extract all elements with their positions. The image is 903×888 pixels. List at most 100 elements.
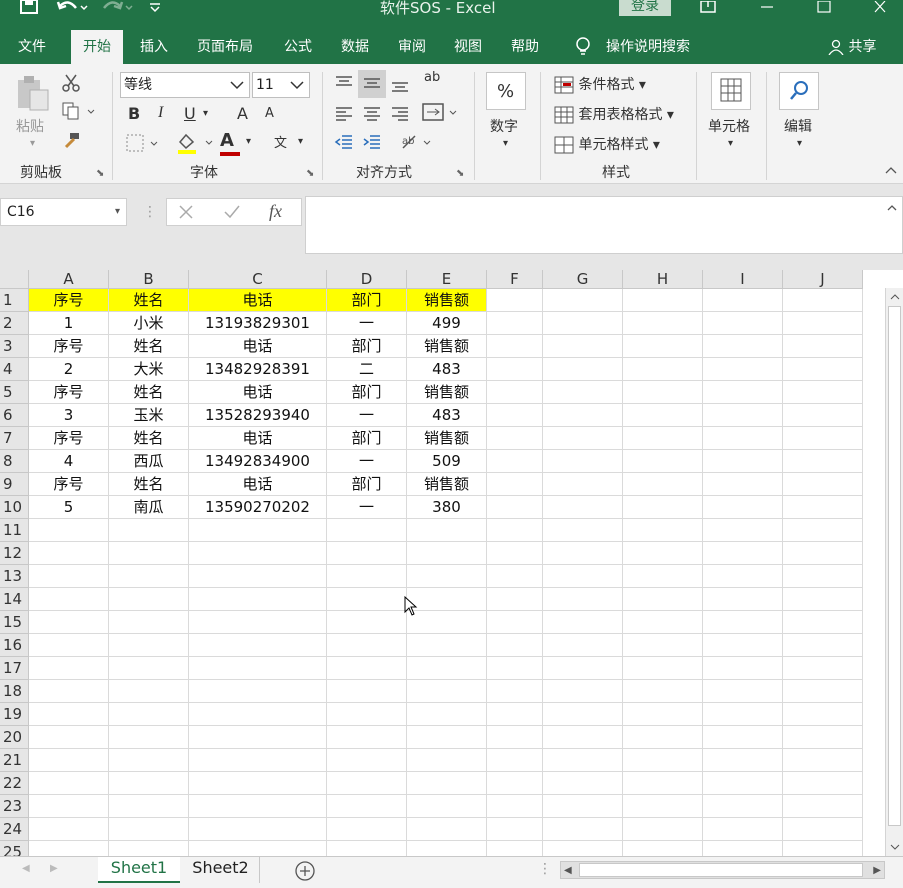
- copy-icon[interactable]: [62, 102, 96, 124]
- cell-j22[interactable]: [783, 772, 863, 795]
- ribbon-display-icon[interactable]: [700, 0, 716, 17]
- cell-e15[interactable]: [407, 611, 487, 634]
- row-header[interactable]: 6: [0, 404, 29, 427]
- cell-styles-button[interactable]: 单元格样式 ▾: [554, 134, 660, 154]
- cell-a10[interactable]: 5: [29, 496, 109, 519]
- align-left-icon[interactable]: [334, 104, 354, 128]
- cell-d7[interactable]: 部门: [327, 427, 407, 450]
- cell-f15[interactable]: [487, 611, 543, 634]
- cell-i7[interactable]: [703, 427, 783, 450]
- cell-i16[interactable]: [703, 634, 783, 657]
- cell-b18[interactable]: [109, 680, 189, 703]
- tell-me-search[interactable]: 操作说明搜索: [606, 30, 690, 64]
- cell-g9[interactable]: [543, 473, 623, 496]
- redo-icon[interactable]: [100, 0, 136, 18]
- tab-page-layout[interactable]: 页面布局: [197, 30, 253, 64]
- row-header[interactable]: 2: [0, 312, 29, 335]
- cell-g13[interactable]: [543, 565, 623, 588]
- cell-h3[interactable]: [623, 335, 703, 358]
- cell-g14[interactable]: [543, 588, 623, 611]
- cell-f25[interactable]: [487, 841, 543, 856]
- cell-j2[interactable]: [783, 312, 863, 335]
- cell-i17[interactable]: [703, 657, 783, 680]
- increase-indent-icon[interactable]: [362, 132, 382, 156]
- cell-c18[interactable]: [189, 680, 327, 703]
- cell-i25[interactable]: [703, 841, 783, 856]
- cell-h1[interactable]: [623, 289, 703, 312]
- phonetic-button[interactable]: 文: [274, 132, 287, 151]
- cell-d5[interactable]: 部门: [327, 381, 407, 404]
- cell-i21[interactable]: [703, 749, 783, 772]
- cell-b24[interactable]: [109, 818, 189, 841]
- cell-d21[interactable]: [327, 749, 407, 772]
- cell-a21[interactable]: [29, 749, 109, 772]
- cell-e14[interactable]: [407, 588, 487, 611]
- align-middle-icon[interactable]: [358, 70, 386, 98]
- close-icon[interactable]: [873, 0, 887, 17]
- cell-g17[interactable]: [543, 657, 623, 680]
- cell-b14[interactable]: [109, 588, 189, 611]
- cell-a9[interactable]: 序号: [29, 473, 109, 496]
- select-all-corner[interactable]: [0, 270, 29, 289]
- cell-g2[interactable]: [543, 312, 623, 335]
- cell-e25[interactable]: [407, 841, 487, 856]
- cell-c12[interactable]: [189, 542, 327, 565]
- cell-g19[interactable]: [543, 703, 623, 726]
- cell-j8[interactable]: [783, 450, 863, 473]
- cell-g23[interactable]: [543, 795, 623, 818]
- cell-i10[interactable]: [703, 496, 783, 519]
- cell-g12[interactable]: [543, 542, 623, 565]
- cell-h4[interactable]: [623, 358, 703, 381]
- row-header[interactable]: 7: [0, 427, 29, 450]
- cell-j13[interactable]: [783, 565, 863, 588]
- cell-j4[interactable]: [783, 358, 863, 381]
- underline-dropdown-icon[interactable]: ▾: [203, 108, 208, 119]
- cell-e18[interactable]: [407, 680, 487, 703]
- cell-d4[interactable]: 二: [327, 358, 407, 381]
- row-header[interactable]: 18: [0, 680, 29, 703]
- name-box[interactable]: C16 ▾: [0, 198, 127, 226]
- cell-a12[interactable]: [29, 542, 109, 565]
- cell-g15[interactable]: [543, 611, 623, 634]
- cell-j19[interactable]: [783, 703, 863, 726]
- cell-b6[interactable]: 玉米: [109, 404, 189, 427]
- column-header-e[interactable]: E: [407, 270, 487, 289]
- column-header-i[interactable]: I: [703, 270, 783, 289]
- cell-b25[interactable]: [109, 841, 189, 856]
- cell-e23[interactable]: [407, 795, 487, 818]
- scroll-up-icon[interactable]: [889, 290, 901, 306]
- cell-a13[interactable]: [29, 565, 109, 588]
- font-name-select[interactable]: 等线: [120, 72, 250, 98]
- cell-e3[interactable]: 销售额: [407, 335, 487, 358]
- cell-g4[interactable]: [543, 358, 623, 381]
- cell-i2[interactable]: [703, 312, 783, 335]
- cell-h17[interactable]: [623, 657, 703, 680]
- row-header[interactable]: 10: [0, 496, 29, 519]
- number-format-button[interactable]: %: [486, 72, 526, 110]
- cell-g20[interactable]: [543, 726, 623, 749]
- cell-f21[interactable]: [487, 749, 543, 772]
- cell-d1[interactable]: 部门: [327, 289, 407, 312]
- cell-f20[interactable]: [487, 726, 543, 749]
- row-header[interactable]: 16: [0, 634, 29, 657]
- row-header[interactable]: 3: [0, 335, 29, 358]
- cell-d23[interactable]: [327, 795, 407, 818]
- horizontal-scroll-thumb[interactable]: [579, 863, 863, 877]
- font-launcher-icon[interactable]: ⬊: [306, 168, 314, 179]
- align-center-icon[interactable]: [362, 104, 382, 128]
- cell-c16[interactable]: [189, 634, 327, 657]
- fill-color-icon[interactable]: [176, 132, 216, 158]
- cell-g1[interactable]: [543, 289, 623, 312]
- tab-home[interactable]: 开始: [71, 30, 123, 64]
- cell-i12[interactable]: [703, 542, 783, 565]
- format-painter-icon[interactable]: [62, 132, 80, 154]
- cell-c14[interactable]: [189, 588, 327, 611]
- cell-j16[interactable]: [783, 634, 863, 657]
- cell-i4[interactable]: [703, 358, 783, 381]
- cell-j24[interactable]: [783, 818, 863, 841]
- cell-h6[interactable]: [623, 404, 703, 427]
- cell-j7[interactable]: [783, 427, 863, 450]
- cell-f23[interactable]: [487, 795, 543, 818]
- cell-j17[interactable]: [783, 657, 863, 680]
- cell-g7[interactable]: [543, 427, 623, 450]
